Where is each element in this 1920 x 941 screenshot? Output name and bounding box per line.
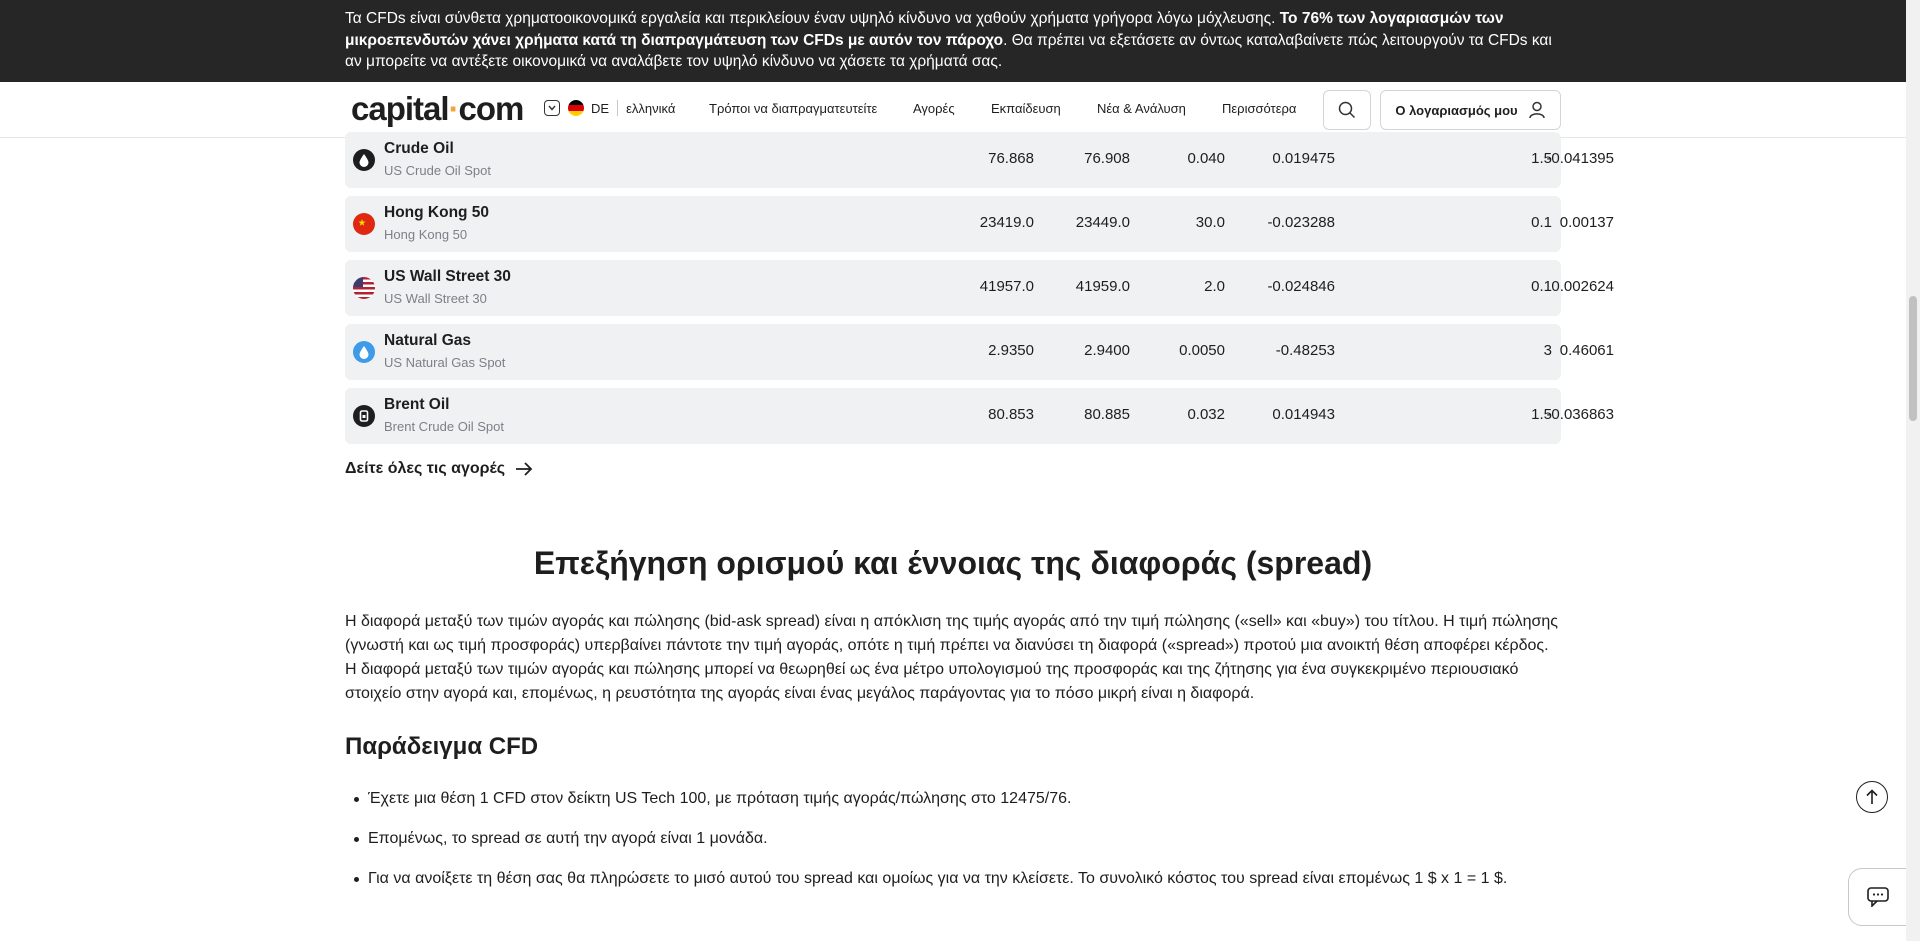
buy-price: 23449.0 bbox=[1075, 214, 1130, 231]
nav-news-analysis[interactable]: Νέα & Ανάλυση bbox=[1097, 101, 1186, 116]
my-account-button[interactable]: Ο λογαριασμός μου bbox=[1380, 90, 1561, 130]
margin-value: 1.5 bbox=[1531, 150, 1552, 167]
scroll-to-top-button[interactable] bbox=[1856, 781, 1888, 813]
site-header: capital·com DE ελληνικά Τρόποι να διαπρα… bbox=[0, 82, 1906, 138]
risk-warning-text: Τα CFDs είναι σύνθετα χρηματοοικονομικά … bbox=[345, 8, 1555, 73]
sell-price: 41957.0 bbox=[979, 278, 1034, 295]
market-row[interactable]: Brent Oil Brent Crude Oil Spot 80.853 80… bbox=[345, 388, 1614, 444]
market-row[interactable]: Crude Oil US Crude Oil Spot 76.868 76.90… bbox=[345, 132, 1614, 188]
gas-drop-icon bbox=[353, 341, 375, 363]
sell-price: 80.853 bbox=[988, 406, 1034, 423]
sell-price: 76.868 bbox=[988, 150, 1034, 167]
scrollbar-thumb[interactable] bbox=[1909, 296, 1917, 421]
user-icon bbox=[1528, 101, 1545, 119]
chevron-down-icon bbox=[544, 100, 560, 116]
language-selector[interactable]: DE ελληνικά bbox=[544, 100, 675, 116]
list-item: Επομένως, το spread σε αυτή την αγορά εί… bbox=[354, 830, 768, 847]
overnight-long: 0.014943 bbox=[1272, 406, 1335, 423]
overnight-short: 0.00137 bbox=[1559, 214, 1614, 231]
overnight-long: -0.023288 bbox=[1267, 214, 1335, 231]
spread-value: 0.0050 bbox=[1179, 342, 1225, 359]
region-code: DE bbox=[591, 100, 610, 116]
see-all-markets-label: Δείτε όλες τις αγορές bbox=[345, 460, 506, 477]
market-name: US Wall Street 30 bbox=[384, 268, 511, 285]
margin-value: 1.5 bbox=[1531, 406, 1552, 423]
spread-value: 0.032 bbox=[1187, 406, 1225, 423]
spread-value: 2.0 bbox=[1204, 278, 1225, 295]
language-name: ελληνικά bbox=[626, 100, 676, 116]
market-subtitle: US Wall Street 30 bbox=[384, 291, 487, 306]
nav-education[interactable]: Εκπαίδευση bbox=[991, 101, 1061, 116]
spread-value: 30.0 bbox=[1195, 214, 1225, 231]
market-subtitle: US Crude Oil Spot bbox=[384, 163, 491, 178]
buy-price: 2.9400 bbox=[1084, 342, 1130, 359]
china-flag-icon bbox=[353, 213, 375, 235]
risk-warning-banner: Τα CFDs είναι σύνθετα χρηματοοικονομικά … bbox=[0, 0, 1920, 82]
search-icon bbox=[1338, 101, 1356, 119]
germany-flag-icon bbox=[568, 100, 584, 116]
list-item: Έχετε μια θέση 1 CFD στον δείκτη US Tech… bbox=[353, 790, 1072, 807]
my-account-label: Ο λογαριασμός μου bbox=[1395, 102, 1518, 118]
sell-price: 23419.0 bbox=[979, 214, 1034, 231]
buy-price: 76.908 bbox=[1084, 150, 1130, 167]
overnight-long: -0.48253 bbox=[1275, 342, 1335, 359]
list-item: Για να ανοίξετε τη θέση σας θα πληρώσετε… bbox=[353, 870, 1508, 887]
margin-value: 0.1 bbox=[1531, 278, 1552, 295]
market-name: Crude Oil bbox=[384, 140, 454, 157]
buy-price: 80.885 bbox=[1084, 406, 1130, 423]
logo-dot: · bbox=[448, 90, 460, 127]
buy-price: 41959.0 bbox=[1075, 278, 1130, 295]
spread-paragraph: Η διαφορά μεταξύ των τιμών αγοράς και πώ… bbox=[345, 613, 1558, 702]
overnight-long: -0.024846 bbox=[1267, 278, 1335, 295]
margin-value: 3 bbox=[1543, 342, 1552, 359]
capital-com-logo[interactable]: capital·com bbox=[351, 90, 525, 128]
arrow-right-icon bbox=[516, 462, 533, 476]
logo-text-right: com bbox=[458, 90, 525, 127]
search-button[interactable] bbox=[1323, 90, 1371, 130]
market-row[interactable]: Natural Gas US Natural Gas Spot 2.9350 2… bbox=[345, 324, 1614, 380]
logo-text-left: capital bbox=[351, 90, 450, 127]
oil-drop-icon bbox=[353, 149, 375, 171]
barrel-icon bbox=[353, 405, 375, 427]
nav-more[interactable]: Περισσότερα bbox=[1222, 101, 1296, 116]
language-divider bbox=[617, 100, 619, 116]
arrow-up-icon bbox=[1866, 789, 1878, 804]
market-subtitle: US Natural Gas Spot bbox=[384, 355, 506, 370]
overnight-short: 0.46061 bbox=[1559, 342, 1614, 359]
see-all-markets-link[interactable]: Δείτε όλες τις αγορές bbox=[345, 460, 533, 478]
market-row[interactable]: Hong Kong 50 Hong Kong 50 23419.0 23449.… bbox=[345, 196, 1614, 252]
market-subtitle: Brent Crude Oil Spot bbox=[384, 419, 504, 434]
market-name: Hong Kong 50 bbox=[384, 204, 490, 221]
spread-value: 0.040 bbox=[1187, 150, 1225, 167]
overnight-short: 0.002624 bbox=[1551, 278, 1614, 295]
us-flag-icon bbox=[353, 277, 375, 299]
overnight-long: 0.019475 bbox=[1272, 150, 1335, 167]
market-name: Brent Oil bbox=[384, 396, 450, 413]
nav-markets[interactable]: Αγορές bbox=[913, 101, 955, 116]
nav-ways-to-trade[interactable]: Τρόποι να διαπραγματευτείτε bbox=[709, 101, 877, 116]
sell-price: 2.9350 bbox=[988, 342, 1034, 359]
market-subtitle: Hong Kong 50 bbox=[384, 227, 468, 242]
page-scrollbar[interactable] bbox=[1906, 0, 1920, 941]
market-row[interactable]: US Wall Street 30 US Wall Street 30 4195… bbox=[345, 260, 1614, 316]
chat-icon bbox=[1867, 887, 1889, 907]
overnight-short: -0.036863 bbox=[1546, 406, 1614, 423]
margin-value: 0.1 bbox=[1531, 214, 1552, 231]
market-name: Natural Gas bbox=[384, 332, 472, 349]
spread-section-title: Επεξήγηση ορισμού και έννοιας της διαφορ… bbox=[533, 545, 1373, 581]
overnight-short: -0.041395 bbox=[1546, 150, 1614, 167]
risk-text-part-1: Τα CFDs είναι σύνθετα χρηματοοικονομικά … bbox=[345, 10, 1280, 27]
cfd-example-title: Παράδειγμα CFD bbox=[345, 733, 539, 760]
chat-support-button[interactable] bbox=[1848, 868, 1908, 926]
